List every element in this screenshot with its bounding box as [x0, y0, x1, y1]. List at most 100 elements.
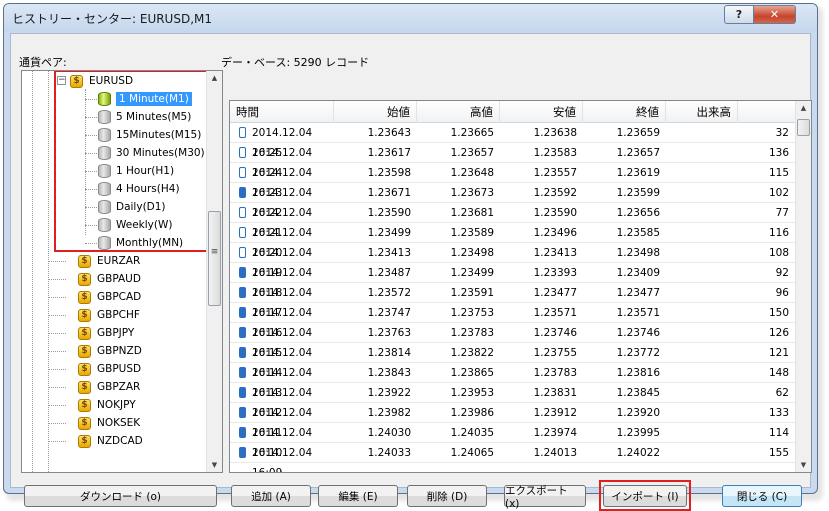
cell-high: 1.24065: [450, 447, 494, 459]
cell-low: 1.23571: [533, 307, 577, 319]
database-records-label: デー・ベース: 5290 レコード: [221, 56, 370, 69]
title-bar[interactable]: ヒストリー・センター: EURUSD,M1 ? ✕: [4, 4, 817, 32]
table-scrollbar[interactable]: ▲ ▼: [795, 101, 811, 472]
history-table[interactable]: 時間 始値 高値 安値 終値 出来高 2014.12.04 16:25 1.23643 1.2…: [229, 100, 812, 473]
column-header[interactable]: 始値: [334, 101, 417, 123]
table-row[interactable]: 2014.12.04 16:25 1.23643 1.23665 1.23638 1.2…: [230, 123, 795, 159]
scroll-up-icon[interactable]: ▲: [796, 104, 811, 112]
table-row[interactable]: 2014.12.04 16:09 1.24033 1.24065 1.24013 1.2…: [230, 443, 795, 472]
table-row[interactable]: 2014.12.04 16:15 1.23763 1.23783 1.23746 1.2…: [230, 323, 795, 359]
cell-close: 1.23772: [616, 347, 660, 359]
currency-pair-icon: $: [78, 272, 91, 286]
tree-node-label: GBPCAD: [97, 291, 142, 303]
table-row[interactable]: 2014.12.04 16:22 1.23671 1.23673 1.23592 1.2…: [230, 183, 795, 219]
cell-time: 2014.12.04 16:24: [252, 147, 313, 179]
cell-high: 1.23753: [450, 307, 494, 319]
scroll-grip-icon: ≡: [210, 247, 219, 257]
table-row[interactable]: 2014.12.04 16:20 1.23499 1.23589 1.23496 1.2…: [230, 223, 795, 259]
close-window-button[interactable]: ✕: [753, 5, 796, 24]
tree-node-symbol[interactable]: $ GBPUSD: [78, 360, 141, 378]
table-row[interactable]: 2014.12.04 16:16 1.23747 1.23753 1.23571 1.2…: [230, 303, 795, 339]
column-header[interactable]: 高値: [417, 101, 500, 123]
cell-high: 1.23648: [450, 167, 494, 179]
delete-button[interactable]: 削除 (D): [407, 485, 487, 507]
table-header: 時間 始値 高値 安値 終値 出来高: [230, 101, 795, 123]
tree-node-symbol[interactable]: $ NOKSEK: [78, 414, 140, 432]
column-header[interactable]: 安値: [500, 101, 583, 123]
cell-open: 1.24033: [367, 447, 411, 459]
currency-pair-label: 通貨ペア:: [19, 56, 67, 69]
table-row[interactable]: 2014.12.04 16:14 1.23814 1.23822 1.23755 1.2…: [230, 343, 795, 379]
currency-pair-icon: $: [78, 434, 91, 448]
cell-close: 1.23920: [616, 407, 660, 419]
cell-open: 1.23413: [367, 247, 411, 259]
cell-close: 1.23477: [616, 287, 660, 299]
cell-high: 1.23665: [450, 127, 494, 139]
cell-close: 1.23409: [616, 267, 660, 279]
cell-volume: 77: [775, 207, 789, 219]
cell-open: 1.23982: [367, 407, 411, 419]
tree-guide-line: [48, 71, 49, 472]
table-row[interactable]: 2014.12.04 16:18 1.23487 1.23499 1.23393 1.2…: [230, 263, 795, 299]
cell-time: 2014.12.04 16:13: [252, 367, 313, 399]
column-header[interactable]: 時間: [230, 101, 334, 123]
close-button[interactable]: 閉じる (C): [722, 485, 802, 507]
table-scroll-thumb[interactable]: [797, 119, 810, 136]
cell-volume: 150: [768, 307, 789, 319]
table-row[interactable]: 2014.12.04 16:23 1.23598 1.23648 1.23557 1.2…: [230, 163, 795, 199]
download-button[interactable]: ダウンロード (o): [24, 485, 217, 507]
cell-close: 1.23585: [616, 227, 660, 239]
cell-open: 1.23572: [367, 287, 411, 299]
cell-close: 1.23571: [616, 307, 660, 319]
cell-open: 1.23590: [367, 207, 411, 219]
cell-high: 1.23865: [450, 367, 494, 379]
export-button[interactable]: エクスポート (x): [504, 485, 586, 510]
cell-high: 1.23681: [450, 207, 494, 219]
column-header[interactable]: 終値: [583, 101, 666, 123]
tree-node-label: NOKJPY: [97, 399, 136, 411]
cell-close: 1.23995: [616, 427, 660, 439]
table-row[interactable]: 2014.12.04 16:10 1.24030 1.24035 1.23974 1.2…: [230, 423, 795, 459]
cell-time: 2014.12.04 16:15: [252, 327, 313, 359]
add-button[interactable]: 追加 (A): [231, 485, 311, 507]
tree-node-symbol[interactable]: $ GBPJPY: [78, 324, 134, 342]
currency-pair-icon: $: [78, 416, 91, 430]
cell-time: 2014.12.04 16:23: [252, 167, 313, 199]
edit-button[interactable]: 編集 (E): [318, 485, 398, 507]
table-row[interactable]: 2014.12.04 16:19 1.23413 1.23498 1.23413 1.2…: [230, 243, 795, 279]
cell-high: 1.23589: [450, 227, 494, 239]
table-row[interactable]: 2014.12.04 16:17 1.23572 1.23591 1.23477 1.2…: [230, 283, 795, 319]
tree-scrollbar[interactable]: ▲ ≡ ▼: [206, 71, 222, 472]
help-button[interactable]: ?: [724, 5, 754, 24]
tree-node-symbol[interactable]: $ GBPZAR: [78, 378, 140, 396]
tree-node-symbol[interactable]: $ GBPCHF: [78, 306, 140, 324]
tree-node-symbol[interactable]: $ NOKJPY: [78, 396, 136, 414]
column-header[interactable]: 出来高: [666, 101, 738, 123]
scroll-up-icon[interactable]: ▲: [207, 74, 222, 82]
cell-high: 1.23657: [450, 147, 494, 159]
table-row[interactable]: 2014.12.04 16:13 1.23843 1.23865 1.23783 1.2…: [230, 363, 795, 399]
cell-high: 1.23822: [450, 347, 494, 359]
tree-node-symbol[interactable]: $ GBPNZD: [78, 342, 142, 360]
cell-open: 1.23499: [367, 227, 411, 239]
cell-close: 1.23845: [616, 387, 660, 399]
cell-low: 1.23413: [533, 247, 577, 259]
cell-high: 1.23591: [450, 287, 494, 299]
tree-node-symbol[interactable]: $ GBPCAD: [78, 288, 141, 306]
tree-node-symbol[interactable]: $ GBPAUD: [78, 270, 141, 288]
tree-guide-line: [48, 279, 66, 280]
tree-scroll-thumb[interactable]: [208, 211, 221, 306]
tree-guide-line: [48, 441, 66, 442]
cell-low: 1.23912: [533, 407, 577, 419]
symbol-tree[interactable]: − $ EURUSD 1 Minute(M1) 5 Minutes(M5) 15Minut…: [21, 70, 223, 473]
cell-volume: 92: [775, 267, 789, 279]
cell-high: 1.23498: [450, 247, 494, 259]
scroll-down-icon[interactable]: ▼: [796, 461, 811, 469]
table-row[interactable]: 2014.12.04 16:11 1.23982 1.23986 1.23912 1.2…: [230, 403, 795, 439]
table-row[interactable]: 2014.12.04 16:12 1.23922 1.23953 1.23831 1.2…: [230, 383, 795, 419]
scroll-down-icon[interactable]: ▼: [207, 461, 222, 469]
table-row[interactable]: 2014.12.04 16:24 1.23617 1.23657 1.23583 1.2…: [230, 143, 795, 179]
table-row[interactable]: 2014.12.04 16:21 1.23590 1.23681 1.23590 1.2…: [230, 203, 795, 239]
tree-node-symbol[interactable]: $ NZDCAD: [78, 432, 143, 450]
tree-node-symbol[interactable]: $ EURZAR: [78, 252, 140, 270]
